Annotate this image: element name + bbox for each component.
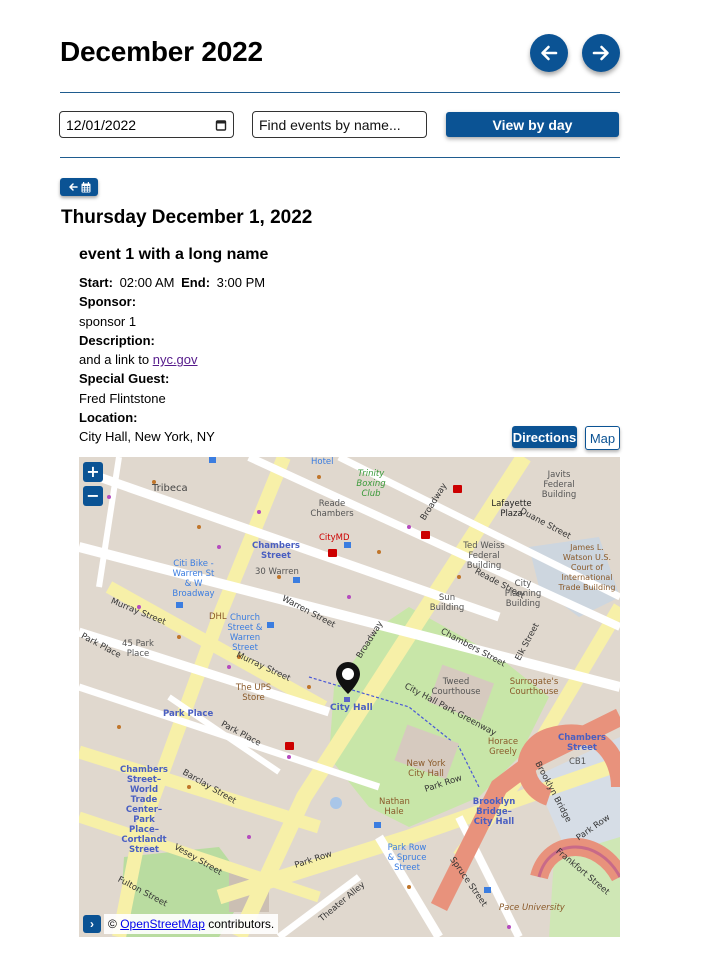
map-label-horace-greely: Horace Greely [487,737,519,757]
date-value: 12/01/2022 [66,116,137,133]
end-value: 3:00 PM [216,275,266,290]
calendar-icon[interactable] [215,119,227,131]
map-label-chambers-station-east: Chambers Street [558,733,606,753]
map-label-javits: Javits Federal Building [541,470,577,500]
map-label-park-place-station: Park Place [163,709,214,719]
attribution-prefix: © [108,917,121,931]
map-label-trinity-boxing: Trinity Boxing Club [356,469,386,499]
arrow-right-icon [592,45,609,61]
map-label-citymd: CityMD [319,533,350,543]
description-label: Description: [79,332,155,348]
zoom-out-button[interactable]: − [83,486,103,506]
map-label-pace-university: Pace University [499,903,565,913]
map-label-church-warren: Church Street & Warren Street [227,613,263,653]
openstreetmap-link[interactable]: OpenStreetMap [120,917,205,931]
map-label-wtc-station: Chambers Street–World Trade Center–Park … [120,765,168,855]
map-label-hotel: Hotel [311,457,334,467]
attribution-toggle-button[interactable]: › [83,915,101,933]
map-label-citibike-warren: Citi Bike - Warren St & W Broadway [172,559,215,599]
map-label-sun-building: Sun Building [429,593,465,613]
attribution-suffix: contributors. [204,917,275,931]
location-map[interactable]: Tribeca Hotel Trinity Boxing Club Javits… [79,457,620,937]
map-label-reade-chambers: Reade Chambers [310,499,354,519]
event-time-row: Start: 02:00 AM End: 3:00 PM [79,273,620,292]
next-month-button[interactable] [582,34,620,72]
map-label-park-row-spruce: Park Row & Spruce Street [387,843,427,873]
arrow-left-icon [68,183,78,191]
location-label: Location: [79,410,138,426]
map-label-nathan-hale: Nathan Hale [379,797,410,817]
map-attribution: © OpenStreetMap contributors. [104,914,279,934]
map-label-45-park-place: 45 Park Place [122,639,154,659]
map-tiles[interactable] [79,457,620,937]
map-label-chambers-station-top: Chambers Street [252,541,300,561]
map-label-cb1: CB1 [569,757,587,767]
map-label-ups-store: The UPS Store [235,683,272,703]
page-header: December 2022 [60,34,620,74]
day-title: Thursday December 1, 2022 [61,207,313,228]
map-label-ted-weiss: Ted Weiss Federal Building [463,541,505,571]
previous-month-button[interactable] [530,34,568,72]
start-label: Start: [79,275,113,290]
arrow-left-icon [541,45,558,61]
zoom-controls: + − [83,462,103,506]
description-value: and a link to nyc.gov [79,350,620,369]
month-title: December 2022 [60,36,263,67]
map-label-court: James L. Watson U.S. Court of Internatio… [558,543,616,592]
search-events-input[interactable] [252,111,427,138]
directions-button[interactable]: Directions [512,426,577,448]
map-label-new-york-city-hall: New York City Hall [406,759,446,779]
end-label: End: [181,275,211,290]
sponsor-label: Sponsor: [79,294,137,310]
back-to-calendar-button[interactable] [60,178,98,196]
map-button[interactable]: Map [585,426,620,450]
calendar-icon [81,181,90,192]
map-label-30-warren: 30 Warren [255,567,299,577]
map-label-brooklyn-bridge-city-hall: Brooklyn Bridge–City Hall [472,797,516,827]
date-picker-input[interactable]: 12/01/2022 [59,111,234,138]
view-by-day-button[interactable]: View by day [446,112,619,137]
sponsor-value: sponsor 1 [79,313,137,329]
map-label-surrogates-courthouse: Surrogate's Courthouse [509,677,559,697]
divider [60,157,620,158]
special-guest-value: Fred Flintstone [79,390,166,406]
map-label-city-hall-station: City Hall [330,703,373,713]
map-label-tweed-courthouse: Tweed Courthouse [431,677,481,697]
event-card: event 1 with a long name Start: 02:00 AM… [79,246,620,447]
event-title: event 1 with a long name [79,246,269,263]
start-value: 02:00 AM [119,275,175,290]
divider [60,92,620,93]
map-label-city-planning: City Planning Building [504,579,542,609]
nyc-gov-link[interactable]: nyc.gov [153,352,198,367]
map-label-tribeca: Tribeca [152,483,188,494]
special-guest-label: Special Guest: [79,371,170,387]
zoom-in-button[interactable]: + [83,462,103,482]
description-text: and a link to [79,352,153,368]
